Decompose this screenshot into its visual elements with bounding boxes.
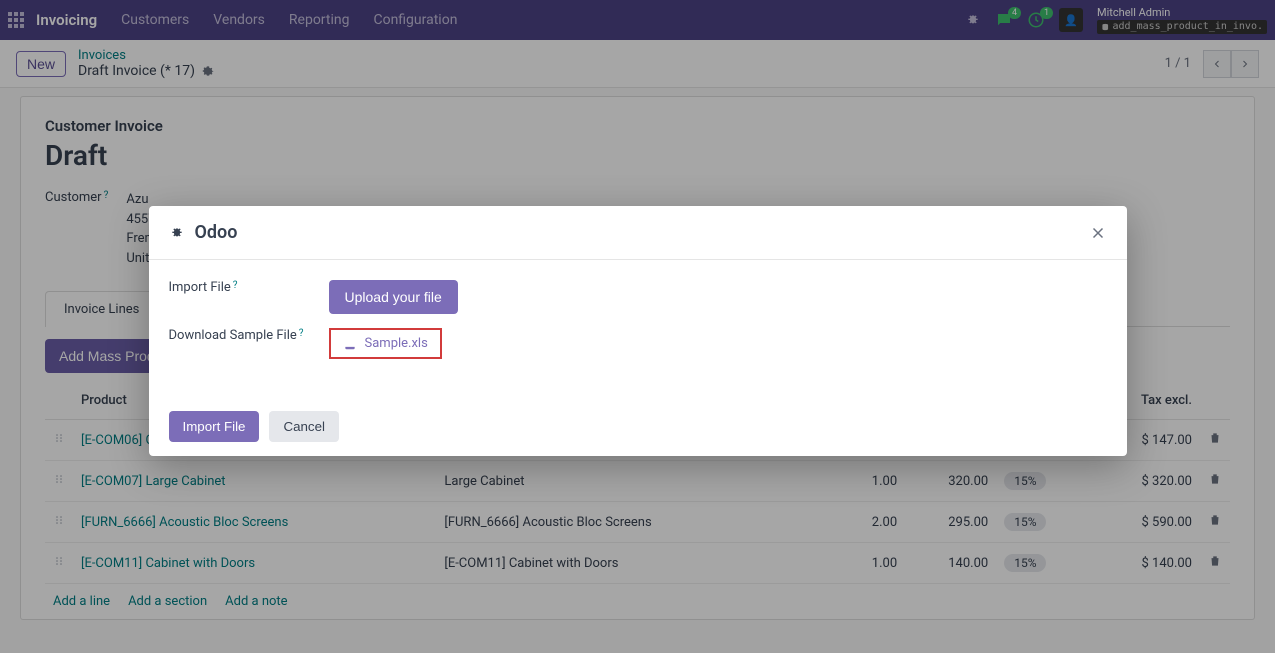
help-icon[interactable]: ?	[299, 328, 304, 339]
cancel-button[interactable]: Cancel	[269, 411, 339, 442]
upload-file-button[interactable]: Upload your file	[329, 280, 458, 314]
modal-overlay[interactable]: Odoo Import File ? Upload your file Down…	[0, 0, 1275, 653]
sample-download-highlight: Sample.xls	[329, 328, 442, 359]
import-modal: Odoo Import File ? Upload your file Down…	[149, 206, 1127, 456]
import-file-button[interactable]: Import File	[169, 411, 260, 442]
sample-link[interactable]: Sample.xls	[365, 336, 428, 351]
import-file-label: Import File	[169, 280, 231, 295]
download-icon	[343, 337, 357, 351]
help-icon[interactable]: ?	[233, 280, 238, 291]
modal-title: Odoo	[195, 222, 238, 243]
close-icon[interactable]	[1089, 224, 1107, 242]
download-sample-label: Download Sample File	[169, 328, 297, 343]
modal-debug-icon[interactable]	[169, 225, 185, 241]
